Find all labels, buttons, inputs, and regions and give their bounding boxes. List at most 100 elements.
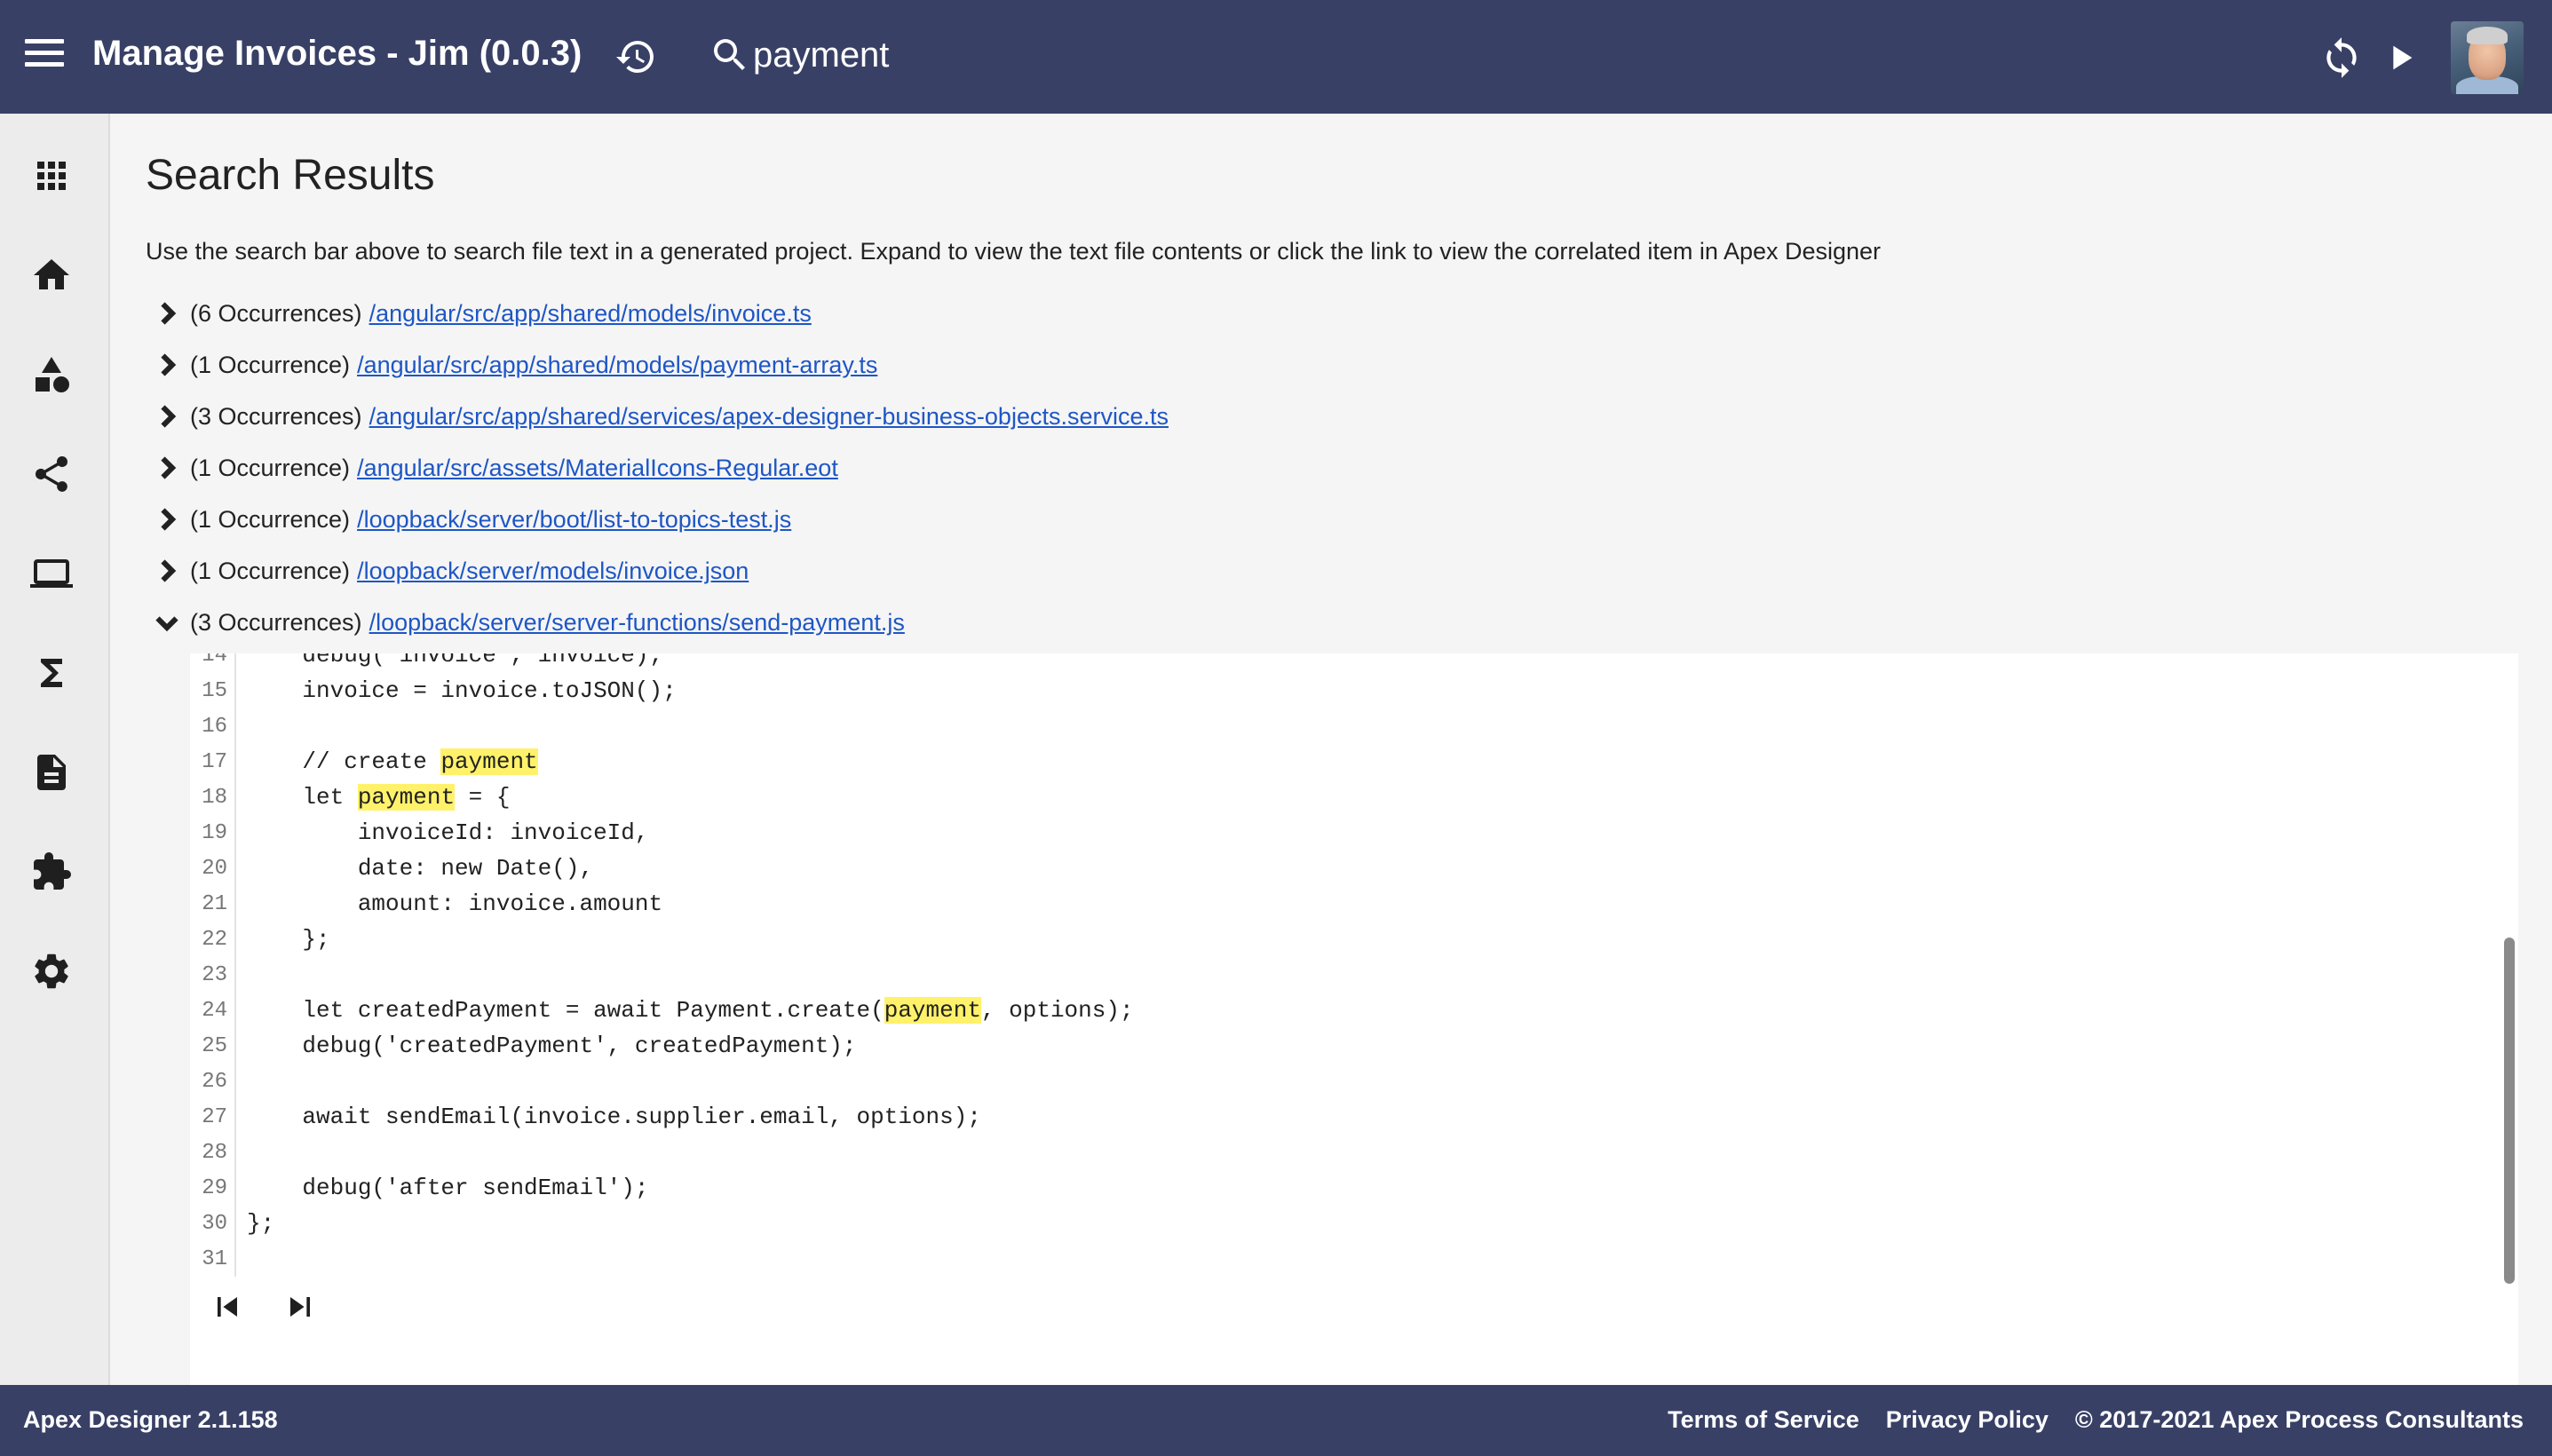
privacy-link[interactable]: Privacy Policy — [1886, 1406, 2049, 1434]
code-line: 14 debug('invoice', invoice); — [190, 653, 2463, 673]
result-row: (1 Occurrence) /angular/src/app/shared/m… — [146, 339, 2525, 391]
settings-icon[interactable] — [27, 946, 76, 996]
code-line: 15 invoice = invoice.toJSON(); — [190, 673, 2463, 708]
file-link[interactable]: /angular/src/app/shared/models/invoice.t… — [369, 300, 812, 328]
category-icon[interactable] — [27, 350, 76, 400]
line-number: 30 — [202, 1211, 227, 1236]
code-line: 16 — [190, 708, 2463, 744]
file-link[interactable]: /loopback/server/boot/list-to-topics-tes… — [357, 506, 791, 534]
occurrence-count: (1 Occurrence) — [190, 505, 351, 533]
line-number: 15 — [202, 678, 227, 703]
search-input[interactable] — [753, 28, 1215, 82]
scrollbar-thumb[interactable] — [2504, 938, 2515, 1284]
code-text — [234, 1135, 247, 1170]
sidebar — [0, 114, 110, 1385]
chevron-right-icon[interactable] — [146, 344, 188, 386]
main-content: Search Results Use the search bar above … — [110, 114, 2552, 1385]
chevron-right-icon[interactable] — [146, 550, 188, 592]
refresh-icon[interactable] — [2319, 36, 2364, 80]
code-line: 17 // create payment — [190, 744, 2463, 779]
terms-link[interactable]: Terms of Service — [1668, 1406, 1859, 1434]
result-row: (6 Occurrences) /angular/src/app/shared/… — [146, 288, 2525, 339]
occurrence-count: (3 Occurrences) — [190, 402, 362, 430]
app-header: Manage Invoices - Jim (0.0.3) — [0, 0, 2552, 114]
code-line: 31 — [190, 1241, 2463, 1277]
result-row-expanded: (3 Occurrences) /loopback/server/server-… — [146, 597, 2525, 648]
apps-icon[interactable] — [27, 151, 76, 201]
code-line: 20 date: new Date(), — [190, 851, 2463, 886]
code-text — [234, 1241, 247, 1277]
line-number: 16 — [202, 714, 227, 739]
code-line: 22 }; — [190, 922, 2463, 957]
file-link[interactable]: /loopback/server/server-functions/send-p… — [369, 609, 905, 637]
line-number: 17 — [202, 749, 227, 774]
file-link[interactable]: /loopback/server/models/invoice.json — [357, 558, 749, 585]
code-text: }; — [234, 1206, 274, 1241]
skip-next-icon[interactable] — [281, 1287, 320, 1326]
line-number: 14 — [202, 653, 227, 668]
page-description: Use the search bar above to search file … — [146, 238, 1882, 265]
file-link[interactable]: /angular/src/assets/MaterialIcons-Regula… — [357, 455, 838, 482]
search-highlight: payment — [357, 784, 456, 811]
code-line: 25 debug('createdPayment', createdPaymen… — [190, 1028, 2463, 1064]
code-text — [234, 1064, 247, 1099]
code-text: debug('after sendEmail'); — [234, 1170, 648, 1206]
code-line: 24 let createdPayment = await Payment.cr… — [190, 993, 2463, 1028]
code-lines: 14 debug('invoice', invoice); 15 invoice … — [190, 653, 2463, 1277]
share-icon[interactable] — [27, 449, 76, 499]
line-number: 24 — [202, 998, 227, 1023]
home-icon[interactable] — [27, 250, 76, 300]
line-number: 19 — [202, 820, 227, 845]
code-text — [234, 708, 247, 744]
code-text: await sendEmail(invoice.supplier.email, … — [234, 1099, 981, 1135]
result-row: (1 Occurrence) /loopback/server/models/i… — [146, 545, 2525, 597]
result-row: (1 Occurrence) /angular/src/assets/Mater… — [146, 442, 2525, 494]
line-number: 25 — [202, 1033, 227, 1058]
page-title: Search Results — [146, 152, 435, 199]
line-number: 21 — [202, 891, 227, 916]
chevron-right-icon[interactable] — [146, 447, 188, 489]
file-icon[interactable] — [27, 748, 76, 797]
code-line: 21 amount: invoice.amount — [190, 886, 2463, 922]
line-number: 31 — [202, 1246, 227, 1271]
play-icon[interactable] — [2380, 37, 2421, 78]
extension-icon[interactable] — [27, 847, 76, 897]
chevron-right-icon[interactable] — [146, 395, 188, 438]
sigma-icon[interactable] — [27, 648, 76, 698]
line-number: 18 — [202, 785, 227, 810]
history-icon[interactable] — [614, 36, 657, 78]
laptop-icon[interactable] — [27, 549, 76, 598]
file-link[interactable]: /angular/src/app/shared/services/apex-de… — [369, 403, 1169, 431]
line-number: 26 — [202, 1069, 227, 1094]
search-results-list: (6 Occurrences) /angular/src/app/shared/… — [146, 288, 2525, 648]
chevron-right-icon[interactable] — [146, 498, 188, 541]
result-row: (3 Occurrences) /angular/src/app/shared/… — [146, 391, 2525, 442]
code-line: 19 invoiceId: invoiceId, — [190, 815, 2463, 851]
scrollbar-track[interactable] — [2500, 653, 2518, 1385]
line-number: 22 — [202, 927, 227, 952]
skip-previous-icon[interactable] — [208, 1287, 247, 1326]
chevron-right-icon[interactable] — [146, 292, 188, 335]
chevron-down-icon[interactable] — [146, 601, 188, 644]
line-number: 20 — [202, 856, 227, 881]
code-line: 23 — [190, 957, 2463, 993]
code-line: 30}; — [190, 1206, 2463, 1241]
code-viewer[interactable]: 14 debug('invoice', invoice); 15 invoice … — [190, 653, 2518, 1385]
code-line: 27 await sendEmail(invoice.supplier.emai… — [190, 1099, 2463, 1135]
code-text: date: new Date(), — [234, 851, 593, 886]
code-text: debug('invoice', invoice); — [234, 653, 662, 673]
app-title: Manage Invoices - Jim (0.0.3) — [92, 34, 583, 73]
code-text: invoice = invoice.toJSON(); — [234, 673, 677, 708]
occurrence-count: (1 Occurrence) — [190, 351, 351, 378]
file-link[interactable]: /angular/src/app/shared/models/payment-a… — [357, 352, 877, 379]
menu-icon[interactable] — [25, 39, 64, 75]
code-text — [234, 957, 247, 993]
occurrence-count: (6 Occurrences) — [190, 299, 362, 327]
code-line: 28 — [190, 1135, 2463, 1170]
line-number: 29 — [202, 1175, 227, 1200]
version-label: Apex Designer 2.1.158 — [23, 1406, 278, 1433]
search-highlight: payment — [884, 997, 981, 1024]
avatar[interactable] — [2451, 21, 2524, 94]
code-text: invoiceId: invoiceId, — [234, 815, 648, 851]
line-number: 23 — [202, 962, 227, 987]
